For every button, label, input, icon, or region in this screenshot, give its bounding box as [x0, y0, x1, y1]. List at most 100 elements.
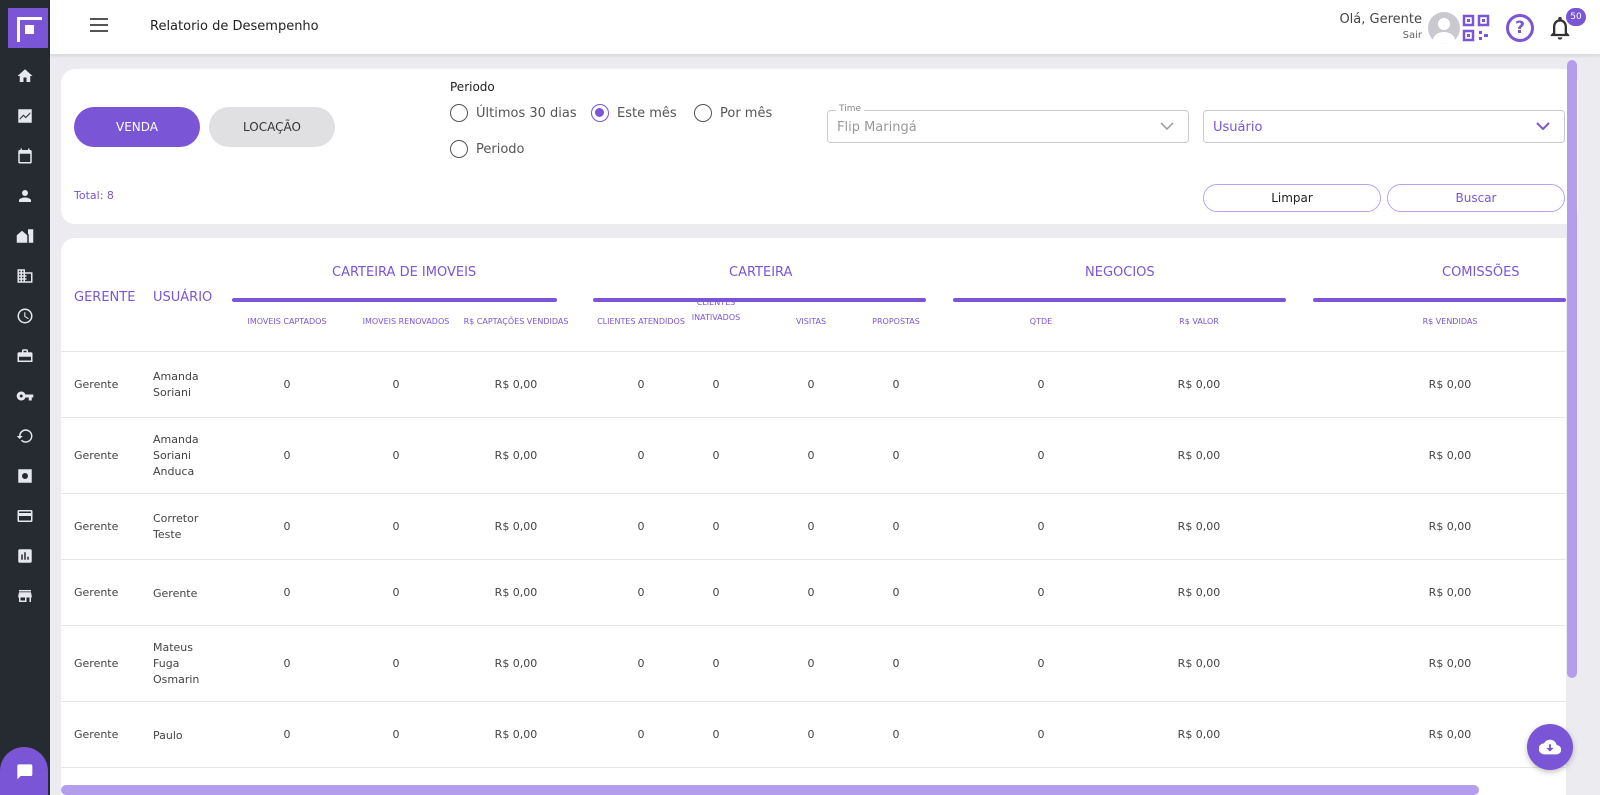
app-logo[interactable] — [8, 8, 48, 48]
group-carteira-imoveis: CARTEIRA DE IMOVEIS — [332, 265, 477, 280]
header-usuario: USUÁRIO — [153, 290, 213, 305]
radio-dot[interactable] — [591, 104, 609, 122]
venda-button[interactable]: VENDA — [74, 107, 200, 147]
cell-vendidas: R$ 0,00 — [1428, 586, 1472, 599]
group-comissoes: COMISSÕES — [1442, 265, 1520, 280]
cell-usuario: Gerente — [153, 587, 198, 600]
radio-label: Últimos 30 dias — [476, 105, 577, 121]
qr-code-icon[interactable] — [1462, 14, 1490, 42]
filter-panel: VENDA LOCAÇÃO Periodo Últimos 30 dias Es… — [61, 69, 1578, 224]
cell-usuario: Amanda Soriani — [153, 370, 199, 399]
cell-clientes-atendidos: 0 — [637, 378, 645, 391]
cell-clientes-inativados: 0 — [712, 520, 720, 533]
chat-button[interactable] — [0, 747, 48, 795]
radio-ultimos-30-dias[interactable]: Últimos 30 dias — [450, 104, 577, 122]
cell-usuario: Mateus Fuga Osmarin — [153, 641, 200, 686]
time-value: Flip Maringá — [837, 120, 917, 135]
cell-visitas: 0 — [807, 586, 815, 599]
sub-valor: R$ VALOR — [1179, 317, 1219, 326]
menu-icon[interactable] — [90, 18, 108, 36]
home-icon[interactable] — [14, 65, 36, 87]
cell-clientes-inativados: 0 — [712, 657, 720, 670]
cell-clientes-atendidos: 0 — [637, 657, 645, 670]
cell-vendidas: R$ 0,00 — [1428, 520, 1472, 533]
table-row[interactable]: Gerente Mateus Fuga Osmarin 0 0 R$ 0,00 … — [61, 625, 1566, 701]
cell-qtde: 0 — [1037, 728, 1045, 741]
table-row[interactable]: Gerente Paulo 0 0 R$ 0,00 0 0 0 0 0 R$ 0… — [61, 701, 1566, 767]
cloud-download-icon — [1539, 739, 1561, 755]
cell-clientes-atendidos: 0 — [637, 728, 645, 741]
clock-icon[interactable] — [14, 305, 36, 327]
settings-box-icon[interactable] — [14, 465, 36, 487]
trending-icon[interactable] — [14, 105, 36, 127]
cell-clientes-inativados: 0 — [712, 378, 720, 391]
group-negocios: NEGOCIOS — [1085, 265, 1155, 280]
cell-gerente: Gerente — [74, 657, 119, 670]
chart-icon[interactable] — [14, 545, 36, 567]
cell-qtde: 0 — [1037, 520, 1045, 533]
cell-visitas: 0 — [807, 520, 815, 533]
store-icon[interactable] — [14, 585, 36, 607]
person-icon[interactable] — [14, 185, 36, 207]
table-row[interactable]: Gerente Gerente 0 0 R$ 0,00 0 0 0 0 0 R$… — [61, 559, 1566, 625]
card-icon[interactable] — [14, 505, 36, 527]
group-bar — [953, 298, 1286, 302]
avatar[interactable] — [1428, 12, 1460, 44]
cell-captacoes-vendidas: R$ 0,00 — [494, 586, 538, 599]
radio-dot[interactable] — [450, 140, 468, 158]
cell-usuario: Corretor Teste — [153, 512, 199, 541]
cell-captacoes-vendidas: R$ 0,00 — [494, 449, 538, 462]
cell-gerente: Gerente — [74, 728, 119, 741]
buildings-icon[interactable] — [14, 225, 36, 247]
buscar-button[interactable]: Buscar — [1387, 184, 1565, 212]
table-row[interactable]: Gerente Amanda Soriani Anduca 0 0 R$ 0,0… — [61, 417, 1566, 493]
building-icon[interactable] — [14, 265, 36, 287]
logout-link[interactable]: Sair — [1339, 30, 1422, 41]
radio-dot[interactable] — [694, 104, 712, 122]
cell-captacoes-vendidas: R$ 0,00 — [494, 728, 538, 741]
briefcase-icon[interactable] — [14, 345, 36, 367]
cell-gerente: Gerente — [74, 449, 119, 462]
calendar-icon[interactable] — [14, 145, 36, 167]
cell-valor: R$ 0,00 — [1177, 586, 1221, 599]
sub-qtde: QTDE — [1029, 317, 1053, 326]
cell-vendidas: R$ 0,00 — [1428, 657, 1472, 670]
cell-imoveis-captados: 0 — [283, 520, 291, 533]
refresh-icon[interactable] — [14, 425, 36, 447]
vertical-scrollbar[interactable] — [1567, 60, 1577, 678]
usuario-select[interactable]: Usuário — [1203, 110, 1565, 143]
cell-visitas: 0 — [807, 657, 815, 670]
cell-qtde: 0 — [1037, 657, 1045, 670]
total-count: Total: 8 — [74, 189, 114, 202]
radio-este-mes[interactable]: Este mês — [591, 104, 677, 122]
top-header: Relatorio de Desempenho Olá, Gerente Sai… — [50, 0, 1600, 55]
cell-clientes-atendidos: 0 — [637, 520, 645, 533]
group-carteira: CARTEIRA — [729, 265, 793, 280]
chevron-down-icon — [1160, 122, 1174, 131]
greeting-text: Olá, Gerente — [1339, 12, 1422, 27]
time-select[interactable]: Time Flip Maringá — [827, 104, 1189, 143]
cell-imoveis-renovados: 0 — [392, 728, 400, 741]
header-gerente: GERENTE — [74, 290, 136, 305]
cell-imoveis-renovados: 0 — [392, 449, 400, 462]
help-icon[interactable]: ? — [1506, 14, 1534, 42]
limpar-button[interactable]: Limpar — [1203, 184, 1381, 212]
chat-icon — [17, 764, 33, 780]
download-button[interactable] — [1527, 724, 1573, 770]
horizontal-scrollbar[interactable] — [61, 785, 1479, 795]
key-icon[interactable] — [14, 385, 36, 407]
cell-imoveis-captados: 0 — [283, 657, 291, 670]
locacao-button[interactable]: LOCAÇÃO — [209, 107, 335, 147]
cell-usuario: Paulo — [153, 729, 183, 742]
table-row[interactable]: Gerente Amanda Soriani 0 0 R$ 0,00 0 0 0… — [61, 351, 1566, 417]
sub-propostas: PROPOSTAS — [872, 317, 920, 326]
radio-por-mes[interactable]: Por mês — [694, 104, 772, 122]
radio-periodo[interactable]: Periodo — [450, 140, 525, 158]
sidebar — [0, 0, 50, 795]
radio-label: Por mês — [720, 105, 773, 121]
group-bar — [232, 298, 557, 302]
table-row[interactable]: Gerente Corretor Teste 0 0 R$ 0,00 0 0 0… — [61, 493, 1566, 559]
cell-imoveis-renovados: 0 — [392, 657, 400, 670]
cell-vendidas: R$ 0,00 — [1428, 728, 1472, 741]
radio-dot[interactable] — [450, 104, 468, 122]
